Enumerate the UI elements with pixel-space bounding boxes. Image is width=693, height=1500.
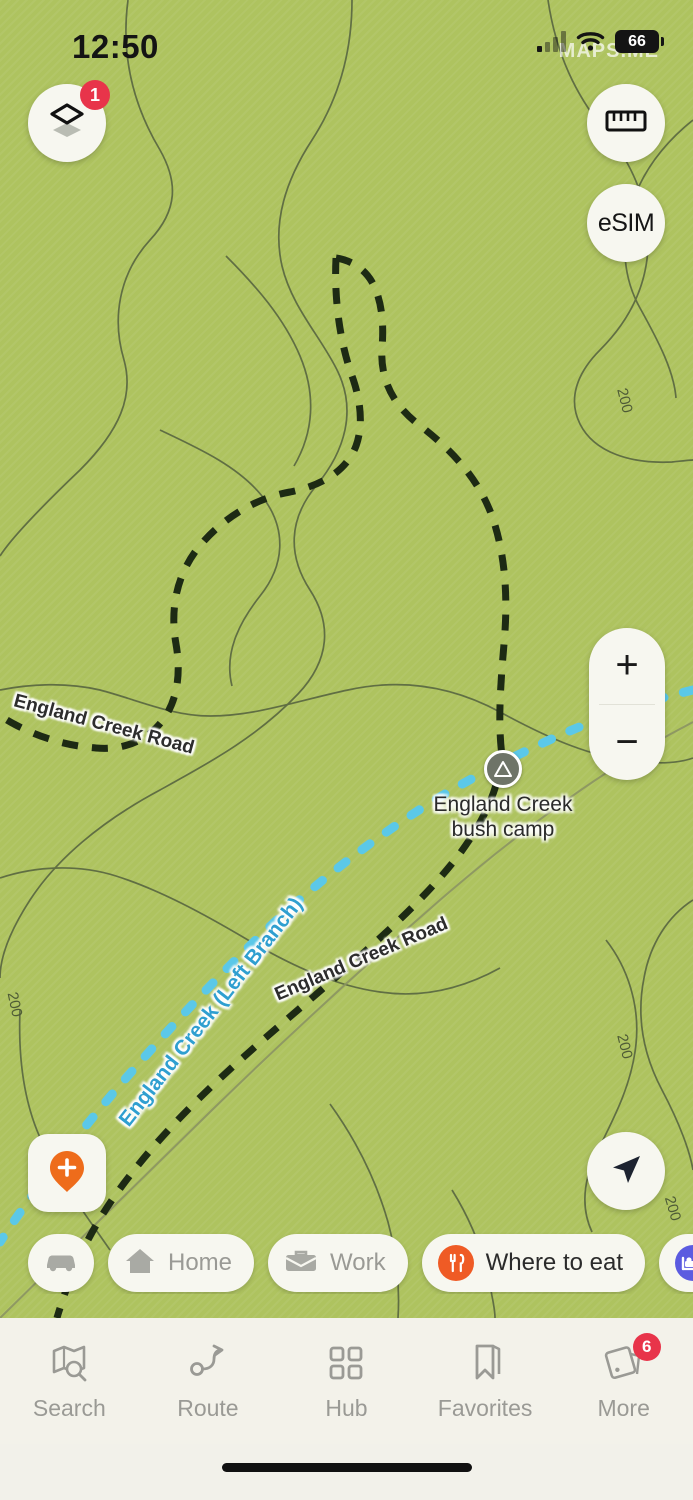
home-indicator[interactable] <box>221 1463 472 1472</box>
add-place-pin-icon <box>47 1148 87 1199</box>
chip-work[interactable]: Work <box>268 1234 408 1292</box>
layers-button[interactable]: 1 <box>28 80 110 162</box>
nav-item-hub[interactable]: Hub <box>277 1318 416 1444</box>
status-bar: 12:50 MAPS.ME 66 <box>0 0 693 72</box>
map-search-icon <box>47 1341 91 1385</box>
chip-work-label: Work <box>330 1249 386 1276</box>
esim-button[interactable]: eSIM <box>587 184 665 262</box>
briefcase-icon <box>284 1247 318 1280</box>
bookmark-icon <box>465 1341 505 1385</box>
cellular-signal-icon <box>537 31 566 52</box>
measure-distance-button[interactable] <box>587 84 665 162</box>
nav-label-favorites: Favorites <box>437 1394 533 1421</box>
nav-label-more: More <box>597 1394 650 1421</box>
zoom-out-button[interactable]: − <box>589 705 665 781</box>
zoom-controls[interactable]: + − <box>589 628 665 780</box>
battery-icon: 66 <box>615 30 664 53</box>
nav-item-route[interactable]: Route <box>139 1318 278 1444</box>
status-indicators: 66 <box>537 30 664 53</box>
nav-item-more[interactable]: 6 More <box>554 1318 693 1444</box>
locate-me-button[interactable] <box>587 1132 665 1210</box>
nav-label-search: Search <box>32 1394 106 1421</box>
poi-label: England Creek bush camp <box>433 793 573 841</box>
quick-action-chips[interactable]: Home Work Where to eat <box>0 1232 693 1294</box>
cutlery-icon <box>437 1245 474 1281</box>
status-clock: 12:50 <box>72 28 159 65</box>
layers-badge: 1 <box>80 80 110 110</box>
zoom-in-button[interactable]: + <box>589 628 665 704</box>
house-icon <box>124 1246 156 1281</box>
more-cards-icon: 6 <box>603 1332 661 1385</box>
nav-item-search[interactable]: Search <box>0 1318 139 1444</box>
chip-where-to-eat-label: Where to eat <box>485 1249 623 1276</box>
chip-home-label: Home <box>168 1249 233 1276</box>
navigation-arrow-icon <box>607 1150 645 1193</box>
bed-icon <box>675 1245 693 1281</box>
phone-screen: 200 200 200 200 England Creek Road Engla… <box>0 0 693 1500</box>
chip-car[interactable] <box>28 1234 94 1292</box>
wifi-icon <box>576 31 605 52</box>
more-badge: 6 <box>632 1332 661 1361</box>
poi-marker-england-creek-bush-camp[interactable]: England Creek bush camp <box>434 750 572 841</box>
layers-icon <box>47 102 87 145</box>
chip-home[interactable]: Home <box>108 1234 255 1292</box>
nav-item-favorites[interactable]: Favorites <box>416 1318 555 1444</box>
add-place-button[interactable] <box>28 1134 106 1212</box>
nav-label-route: Route <box>177 1394 239 1421</box>
battery-level-text: 66 <box>628 32 646 50</box>
nav-label-hub: Hub <box>325 1394 368 1421</box>
campsite-tent-icon <box>484 750 522 788</box>
ruler-icon <box>605 107 647 140</box>
bottom-navigation-bar[interactable]: Search Route Hub Favorites 6 More <box>0 1318 693 1444</box>
chip-hotels[interactable]: Hot <box>659 1234 693 1292</box>
chip-where-to-eat[interactable]: Where to eat <box>421 1234 645 1292</box>
car-icon <box>44 1249 78 1278</box>
route-arrow-icon <box>186 1341 230 1385</box>
grid-squares-icon <box>326 1341 366 1385</box>
